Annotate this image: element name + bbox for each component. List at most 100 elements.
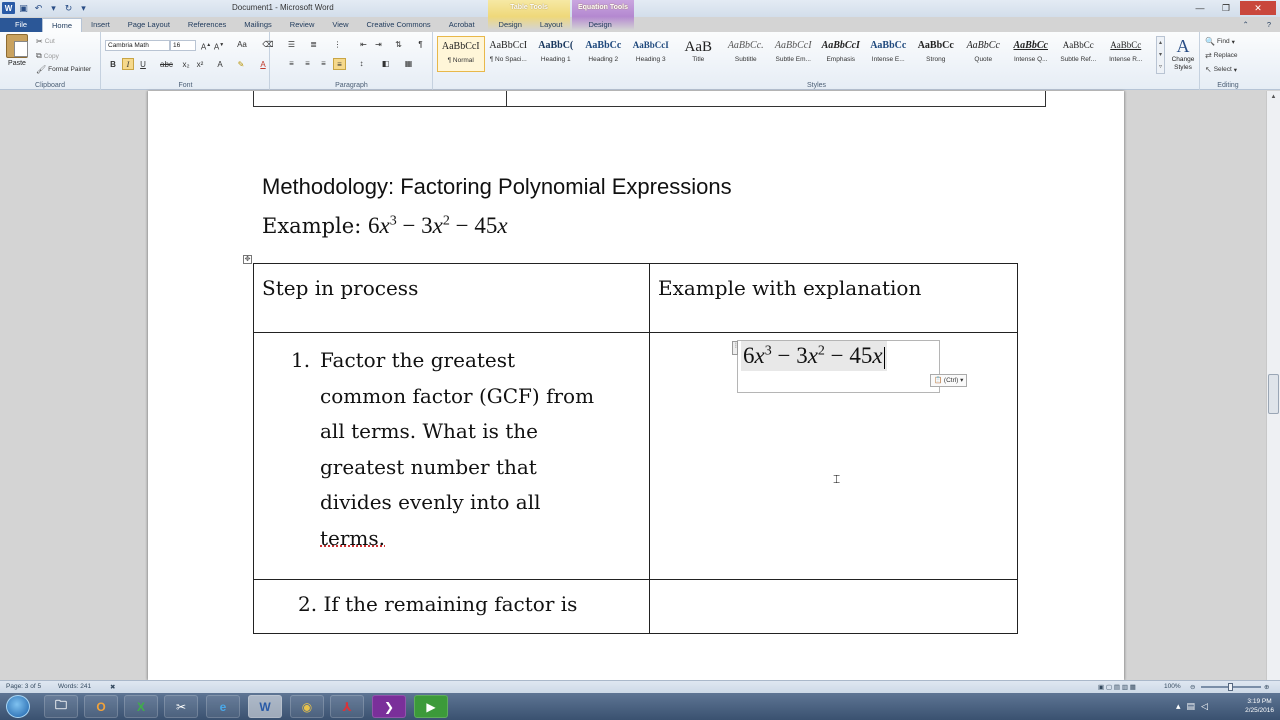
header-example-with-explanation[interactable]: Example with explanation: [649, 263, 1018, 333]
zoom-in-icon[interactable]: ⊕: [1264, 683, 1269, 691]
excel-icon[interactable]: X: [124, 695, 158, 718]
cut-button[interactable]: ✂ Cut: [36, 37, 55, 46]
zoom-level[interactable]: 100%: [1164, 683, 1181, 690]
style-title[interactable]: AaB Title: [675, 36, 723, 72]
acrobat-icon[interactable]: ⅄: [330, 695, 364, 718]
subscript-icon[interactable]: x₂: [180, 59, 192, 71]
zoom-out-icon[interactable]: ⊖: [1190, 683, 1195, 691]
borders-icon[interactable]: ▦: [402, 58, 415, 70]
word-taskbar-icon[interactable]: W: [248, 695, 282, 718]
highlight-color-icon[interactable]: ✎: [235, 59, 247, 71]
numbering-icon[interactable]: ≣: [307, 39, 320, 51]
volume-icon[interactable]: ◁: [1201, 701, 1208, 712]
tab-file[interactable]: File: [0, 18, 42, 32]
style-normal[interactable]: AaBbCcI ¶ Normal: [437, 36, 485, 72]
font-size-select[interactable]: 16: [170, 40, 196, 51]
show-formatting-icon[interactable]: ¶: [414, 39, 427, 51]
equation-object[interactable]: ⋮ 6x3 − 3x2 − 45x: [732, 340, 940, 393]
step1-cell[interactable]: 1. Factor the greatest common factor (GC…: [253, 332, 650, 580]
outlook-icon[interactable]: O: [84, 695, 118, 718]
table-move-handle-icon[interactable]: ✥: [243, 255, 252, 264]
clock[interactable]: 3:19 PM 2/25/2016: [1245, 697, 1274, 715]
strikethrough-icon[interactable]: abc: [160, 59, 173, 71]
document-page[interactable]: Methodology: Factoring Polynomial Expres…: [148, 91, 1124, 680]
undo-icon[interactable]: ↶: [32, 2, 45, 14]
style-no-spacing[interactable]: AaBbCcI ¶ No Spaci...: [485, 36, 533, 72]
minimize-icon[interactable]: —: [1188, 1, 1212, 15]
equation-handle-icon[interactable]: ⋮: [732, 341, 739, 355]
style-quote[interactable]: AaBbCc Quote: [960, 36, 1008, 72]
superscript-icon[interactable]: x²: [194, 59, 206, 71]
chrome-icon[interactable]: ◉: [290, 695, 324, 718]
internet-explorer-icon[interactable]: e: [206, 695, 240, 718]
redo-icon[interactable]: ↻: [62, 2, 75, 14]
view-buttons[interactable]: ▣ ▢ ▤ ▥ ▦: [1098, 683, 1136, 691]
styles-gallery-scroll[interactable]: ▴ ▾ ▿: [1156, 36, 1165, 74]
increase-indent-icon[interactable]: ⇥: [372, 39, 385, 51]
tab-creative-commons[interactable]: Creative Commons: [358, 18, 440, 32]
tab-table-layout[interactable]: Layout: [531, 18, 572, 32]
style-heading-2[interactable]: AaBbCc Heading 2: [580, 36, 628, 72]
style-subtle-emphasis[interactable]: AaBbCcI Subtle Em...: [770, 36, 818, 72]
step2-cell[interactable]: 2. If the remaining factor is: [253, 579, 650, 634]
tab-table-design[interactable]: Design: [490, 18, 531, 32]
style-emphasis[interactable]: AaBbCcI Emphasis: [817, 36, 865, 72]
copy-button[interactable]: ⧉ Copy: [36, 51, 59, 61]
restore-icon[interactable]: ❐: [1214, 1, 1238, 15]
camtasia-icon[interactable]: ▶: [414, 695, 448, 718]
style-subtle-reference[interactable]: AaBbCc Subtle Ref...: [1055, 36, 1103, 72]
text-effects-icon[interactable]: A: [214, 59, 226, 71]
style-subtitle[interactable]: AaBbCc. Subtitle: [722, 36, 770, 72]
customize-qat-icon[interactable]: ▾: [77, 2, 90, 14]
paste-options-button[interactable]: 📋 (Ctrl) ▾: [930, 374, 968, 387]
zoom-slider-knob[interactable]: [1228, 683, 1233, 691]
select-button[interactable]: ↖ Select ▾: [1205, 65, 1237, 74]
change-styles-button[interactable]: A Change Styles: [1168, 36, 1198, 72]
bullets-icon[interactable]: ☰: [285, 39, 298, 51]
underline-button[interactable]: U: [137, 59, 149, 71]
style-strong[interactable]: AaBbCc Strong: [912, 36, 960, 72]
tab-view[interactable]: View: [323, 18, 357, 32]
snipping-tool-icon[interactable]: ✂: [164, 695, 198, 718]
replace-button[interactable]: ⇄ Replace: [1205, 51, 1238, 60]
sort-icon[interactable]: ⇅: [392, 39, 405, 51]
format-painter-button[interactable]: 🖌 Format Painter: [36, 65, 91, 74]
close-icon[interactable]: ✕: [1240, 1, 1276, 15]
scroll-up-icon[interactable]: ▲: [1267, 91, 1280, 103]
tab-review[interactable]: Review: [281, 18, 324, 32]
justify-icon[interactable]: ≡: [333, 58, 346, 70]
paste-button[interactable]: Paste: [4, 34, 30, 67]
style-heading-1[interactable]: AaBbC(Heading 1: [532, 36, 580, 72]
shrink-font-icon[interactable]: A▼: [213, 39, 225, 52]
equation-content[interactable]: 6x3 − 3x2 − 45x: [741, 341, 887, 371]
decrease-indent-icon[interactable]: ⇤: [357, 39, 370, 51]
word-count[interactable]: Words: 241: [58, 683, 91, 690]
font-family-select[interactable]: Cambria Math: [105, 40, 170, 51]
word-app-icon[interactable]: W: [2, 2, 15, 14]
start-button[interactable]: [6, 695, 30, 718]
onenote-icon[interactable]: ❯: [372, 695, 406, 718]
explorer-icon[interactable]: 🗀: [44, 695, 78, 718]
page-count[interactable]: Page: 3 of 5: [6, 683, 41, 690]
tab-page-layout[interactable]: Page Layout: [119, 18, 179, 32]
style-heading-3[interactable]: AaBbCcI Heading 3: [627, 36, 675, 72]
tab-equation-design[interactable]: Design: [579, 18, 620, 32]
shading-icon[interactable]: ◧: [379, 58, 392, 70]
style-intense-quote[interactable]: AaBbCc Intense Q...: [1007, 36, 1055, 72]
change-case-icon[interactable]: Aa: [236, 39, 248, 51]
tab-acrobat[interactable]: Acrobat: [440, 18, 484, 32]
spelling-status-icon[interactable]: ✖: [110, 683, 115, 691]
example-expression[interactable]: 6x3 − 3x2 − 45x: [368, 213, 508, 238]
ribbon-minimize-icon[interactable]: ⌃: [1234, 18, 1258, 32]
align-right-icon[interactable]: ≡: [317, 58, 330, 70]
scroll-thumb[interactable]: [1268, 374, 1279, 414]
undo-dropdown-icon[interactable]: ▾: [47, 2, 60, 14]
header-step-in-process[interactable]: Step in process: [253, 263, 650, 333]
save-icon[interactable]: ▣: [17, 2, 30, 14]
bold-button[interactable]: B: [107, 59, 119, 71]
network-icon[interactable]: ▤: [1187, 701, 1196, 712]
align-left-icon[interactable]: ≡: [285, 58, 298, 70]
example-line[interactable]: Example: 6x3 − 3x2 − 45x: [262, 213, 508, 239]
style-intense-reference[interactable]: AaBbCc Intense R...: [1102, 36, 1150, 72]
tab-home[interactable]: Home: [42, 18, 83, 32]
